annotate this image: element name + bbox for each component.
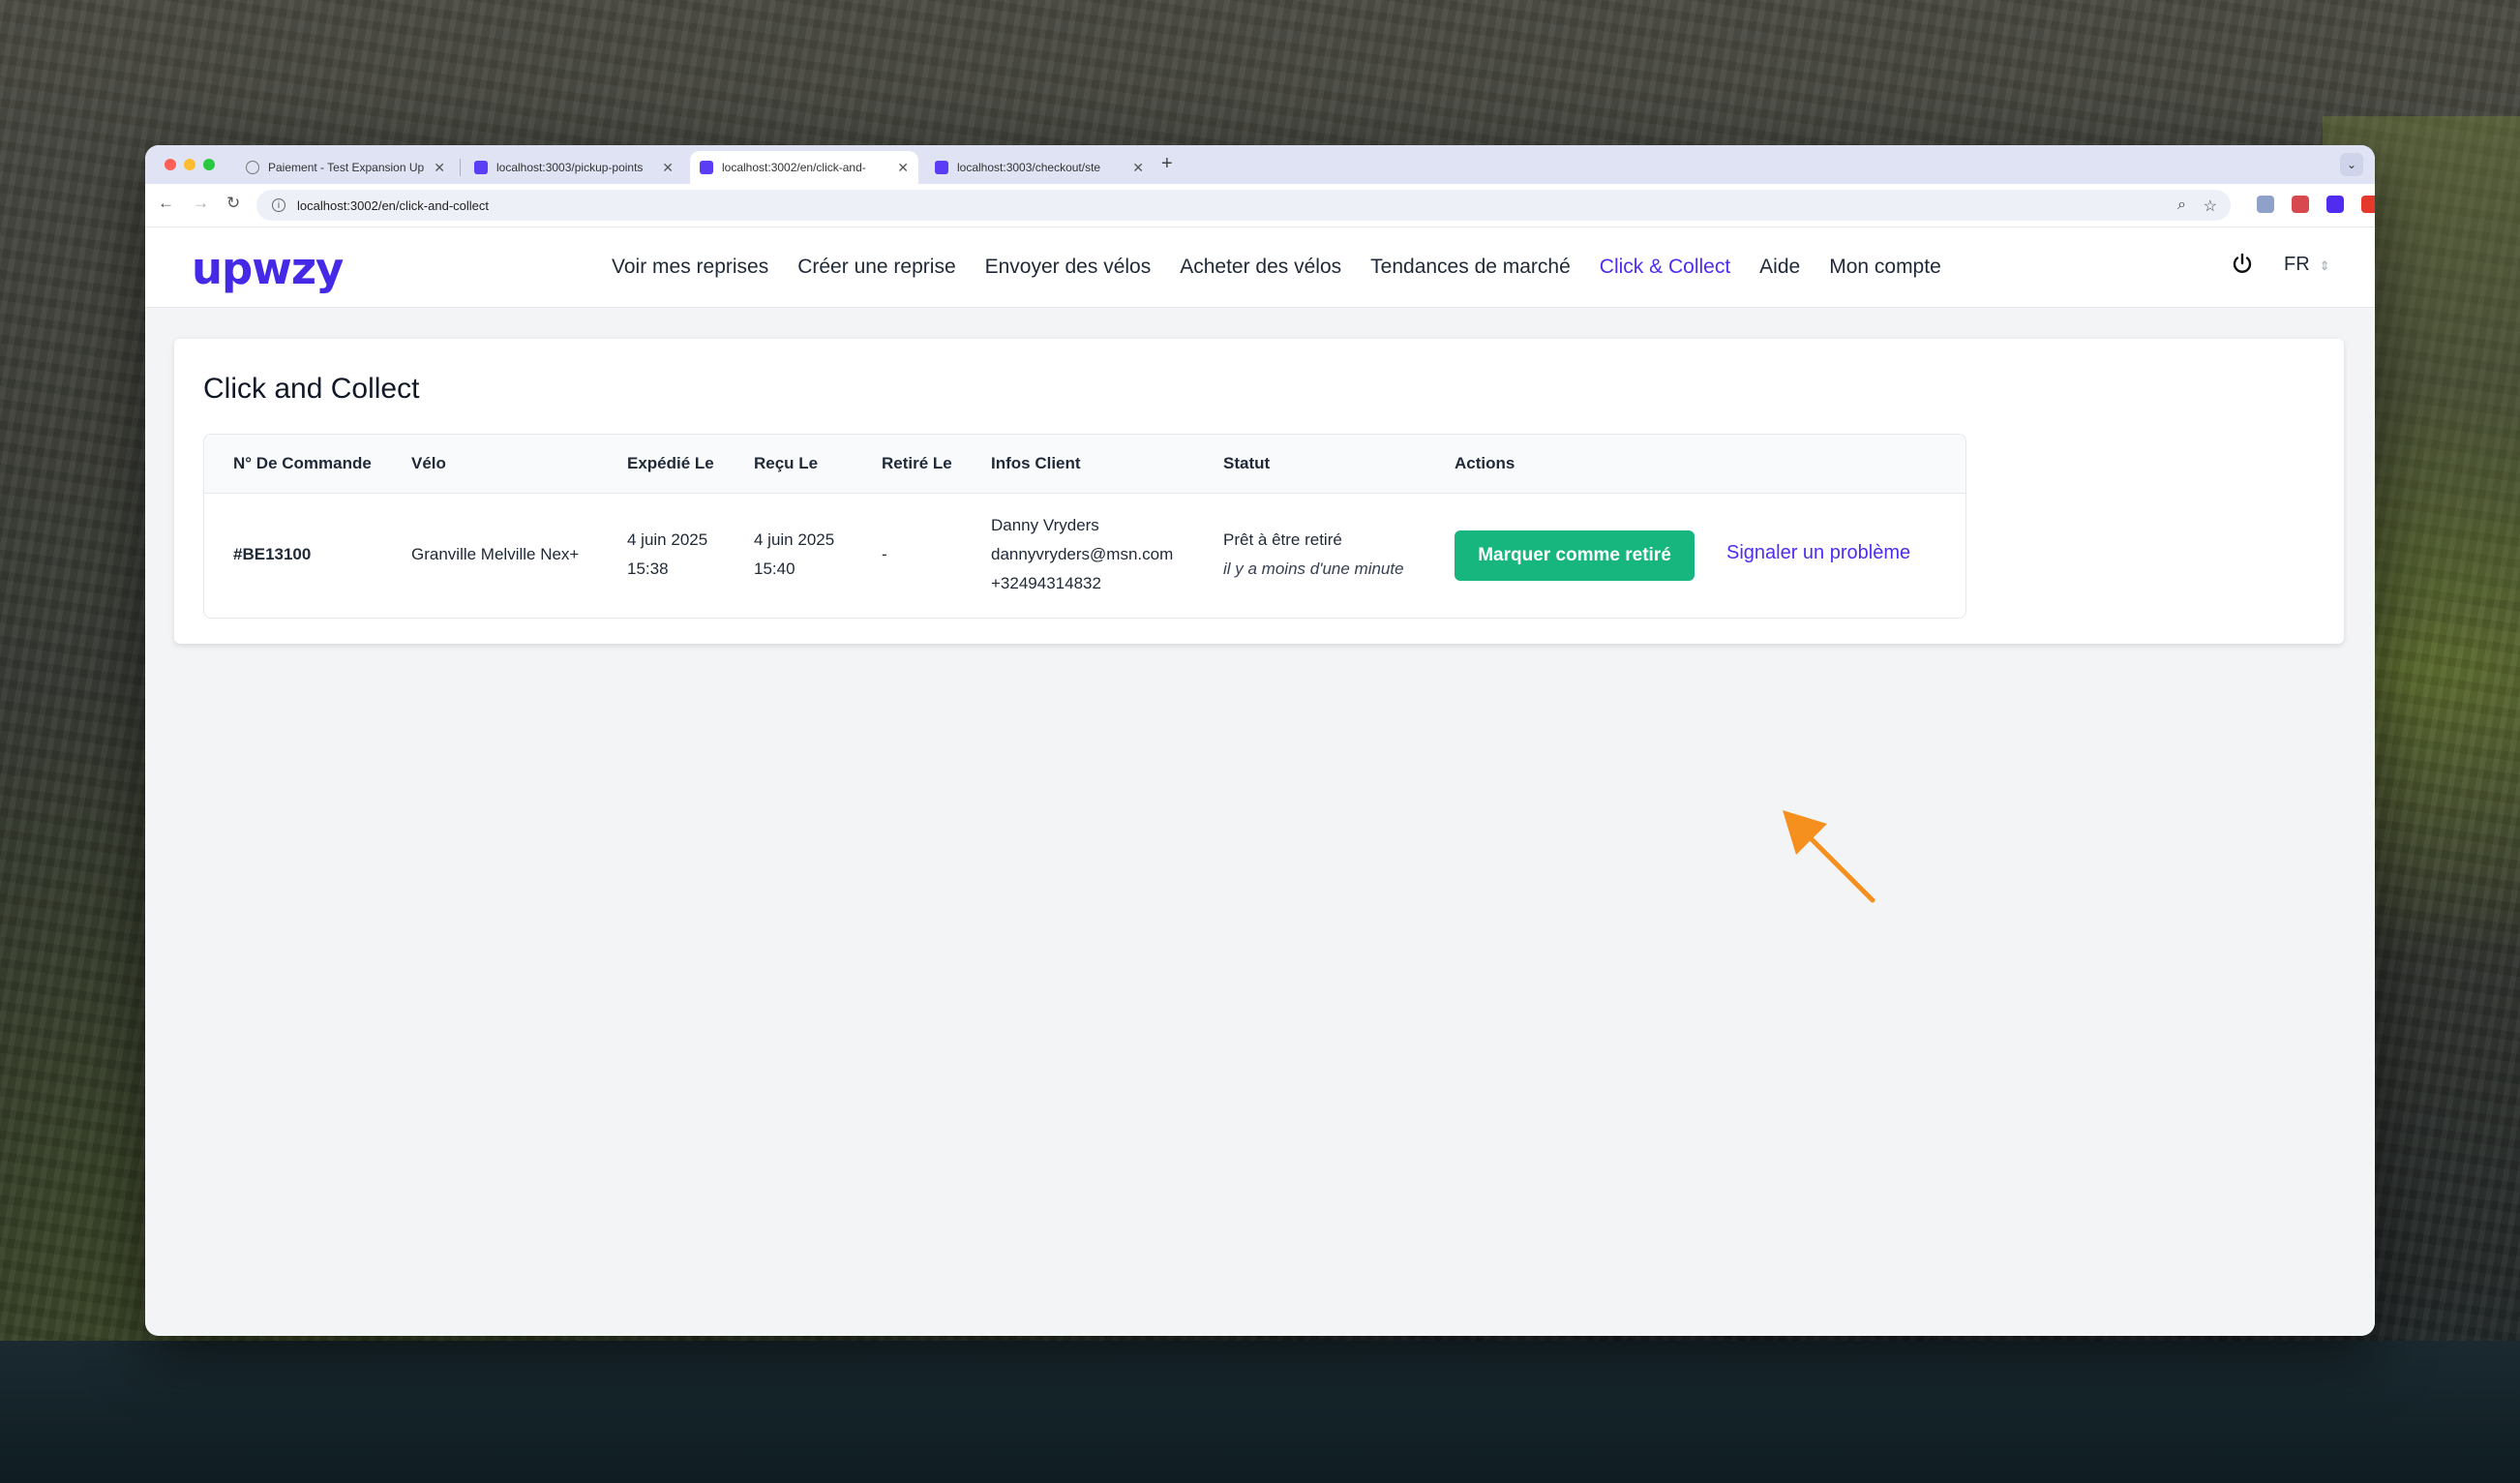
nav-tendances-de-marche[interactable]: Tendances de marché: [1370, 256, 1571, 279]
close-tab-icon[interactable]: ✕: [897, 160, 909, 176]
close-tab-icon[interactable]: ✕: [1132, 160, 1144, 176]
app-header: upwzy Voir mes reprises Créer une repris…: [145, 227, 2375, 308]
bookmark-star-icon[interactable]: ☆: [2204, 197, 2217, 216]
tab-3-active[interactable]: localhost:3002/en/click-and- ✕: [690, 151, 918, 184]
upwzy-favicon-icon: [935, 161, 948, 174]
tab-title: Paiement - Test Expansion Up: [268, 161, 425, 174]
upwzy-logo[interactable]: upwzy: [192, 243, 344, 294]
status-label: Prêt à être retiré: [1223, 530, 1342, 549]
tab-search-chevron-icon[interactable]: ⌄: [2340, 153, 2363, 176]
received-date: 4 juin 2025: [754, 530, 835, 549]
close-window-icon[interactable]: [165, 159, 176, 170]
language-code: FR: [2284, 254, 2310, 275]
column-header: Infos Client: [991, 454, 1081, 472]
bike-name: Granville Melville Nex+: [411, 545, 580, 563]
back-arrow-icon[interactable]: ←: [158, 194, 174, 213]
tab-title: localhost:3002/en/click-and-: [722, 161, 866, 174]
click-and-collect-card: Click and Collect N° De Commande Vélo Ex…: [174, 339, 2344, 644]
globe-icon: [246, 161, 259, 174]
mark-as-picked-up-button[interactable]: Marquer comme retiré: [1455, 530, 1695, 581]
maximize-window-icon[interactable]: [203, 159, 215, 170]
client-name: Danny Vryders: [991, 516, 1099, 534]
orders-table: N° De Commande Vélo Expédié Le Reçu Le R…: [203, 434, 1966, 619]
nav-click-and-collect[interactable]: Click & Collect: [1600, 256, 1730, 279]
close-tab-icon[interactable]: ✕: [434, 160, 445, 176]
page-content: upwzy Voir mes reprises Créer une repris…: [145, 227, 2375, 1336]
address-bar[interactable]: i localhost:3002/en/click-and-collect ⌕ …: [256, 190, 2231, 221]
address-url[interactable]: localhost:3002/en/click-and-collect: [297, 198, 489, 213]
shipped-time: 15:38: [627, 560, 669, 578]
extension-icon[interactable]: [2361, 196, 2375, 213]
forward-arrow-icon[interactable]: →: [193, 194, 209, 213]
extension-icon[interactable]: [2326, 196, 2344, 213]
nav-creer-une-reprise[interactable]: Créer une reprise: [797, 256, 955, 279]
client-phone: +32494314832: [991, 574, 1101, 592]
upwzy-favicon-icon: [700, 161, 713, 174]
column-header: Retiré Le: [882, 454, 952, 472]
report-problem-link[interactable]: Signaler un problème: [1726, 542, 1910, 564]
nav-voir-mes-reprises[interactable]: Voir mes reprises: [612, 256, 768, 279]
language-selector[interactable]: FR ⇕: [2284, 254, 2330, 276]
updown-chevron-icon: ⇕: [2319, 258, 2330, 273]
tab-4[interactable]: localhost:3003/checkout/ste ✕: [925, 151, 1154, 184]
column-header: N° De Commande: [233, 454, 372, 472]
browser-window: Paiement - Test Expansion Up ✕ localhost…: [145, 145, 2375, 1336]
close-tab-icon[interactable]: ✕: [662, 160, 674, 176]
minimize-window-icon[interactable]: [184, 159, 195, 170]
shipped-date: 4 juin 2025: [627, 530, 708, 549]
tab-title: localhost:3003/pickup-points: [496, 161, 644, 174]
main-nav: Voir mes reprises Créer une reprise Envo…: [612, 227, 1970, 307]
extension-icon[interactable]: [2292, 196, 2309, 213]
reload-icon[interactable]: ↻: [226, 194, 240, 213]
column-header: Reçu Le: [754, 454, 819, 472]
upwzy-favicon-icon: [474, 161, 488, 174]
column-header: Actions: [1455, 454, 1515, 472]
nav-acheter-des-velos[interactable]: Acheter des vélos: [1180, 256, 1341, 279]
column-header: Vélo: [411, 454, 446, 472]
wallpaper-sea: [0, 1341, 2520, 1483]
order-number: #BE13100: [233, 545, 312, 563]
page-title: Click and Collect: [203, 373, 420, 405]
zoom-icon[interactable]: ⌕: [2177, 197, 2186, 214]
nav-envoyer-des-velos[interactable]: Envoyer des vélos: [985, 256, 1152, 279]
tab-1[interactable]: Paiement - Test Expansion Up ✕: [236, 151, 455, 184]
nav-mon-compte[interactable]: Mon compte: [1829, 256, 1941, 279]
received-time: 15:40: [754, 560, 795, 578]
browser-toolbar: ← → ↻ i localhost:3002/en/click-and-coll…: [145, 184, 2375, 227]
nav-aide[interactable]: Aide: [1759, 256, 1800, 279]
tab-title: localhost:3003/checkout/ste: [957, 161, 1101, 174]
column-header: Statut: [1223, 454, 1271, 472]
site-info-icon[interactable]: i: [272, 198, 285, 212]
power-icon[interactable]: [2231, 253, 2254, 276]
tab-separator: [460, 159, 461, 176]
table-header: N° De Commande Vélo Expédié Le Reçu Le R…: [204, 435, 1965, 494]
status-time: il y a moins d'une minute: [1223, 560, 1404, 578]
picked-up-date: -: [882, 545, 887, 563]
annotation-arrow-icon: [1783, 810, 1875, 903]
column-header: Expédié Le: [627, 454, 714, 472]
new-tab-button[interactable]: +: [1161, 153, 1173, 175]
tab-strip: Paiement - Test Expansion Up ✕ localhost…: [145, 145, 2375, 184]
tab-2[interactable]: localhost:3003/pickup-points ✕: [465, 151, 683, 184]
extension-icon[interactable]: [2257, 196, 2274, 213]
client-email: dannyvryders@msn.com: [991, 545, 1174, 563]
